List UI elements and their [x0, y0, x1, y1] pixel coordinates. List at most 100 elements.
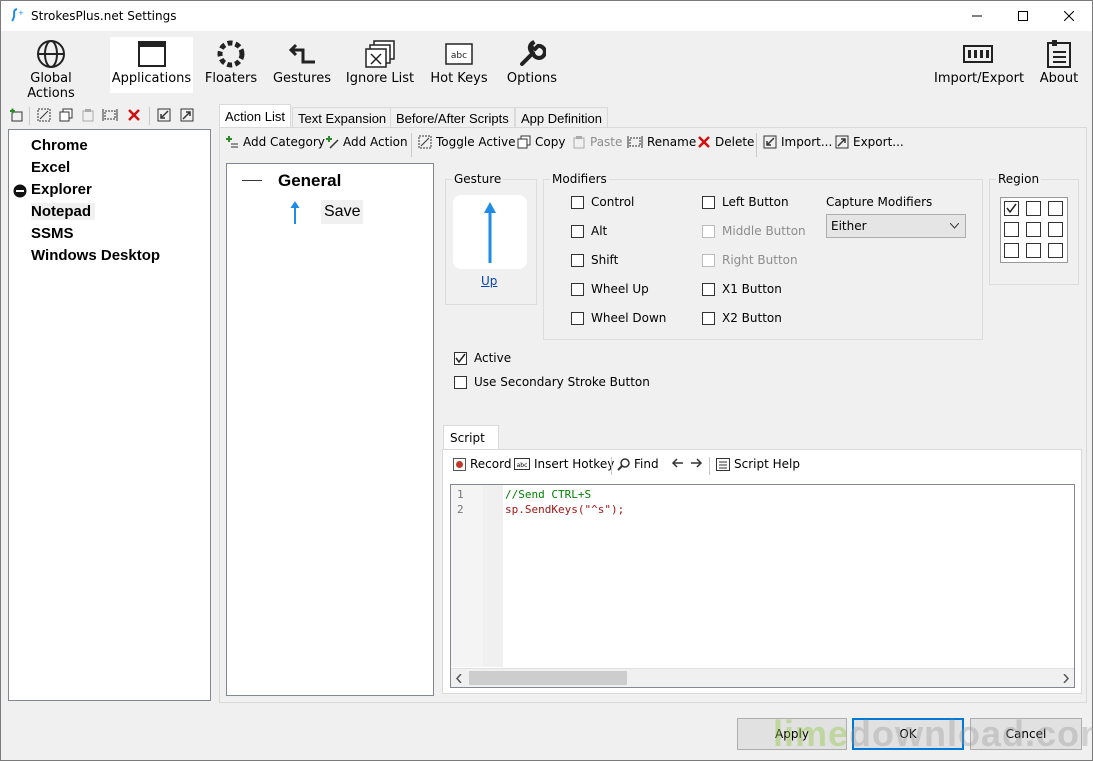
scroll-left-icon[interactable] [456, 674, 462, 683]
add-action-button[interactable]: Add Action [325, 135, 408, 149]
script-editor[interactable]: 1 2 //Send CTRL+S sp.SendKeys("^s"); [450, 484, 1075, 688]
paste-action-button[interactable]: Paste [572, 135, 622, 149]
control-checkbox[interactable]: Control [571, 195, 634, 209]
app-item-excel[interactable]: Excel [31, 159, 70, 176]
wheel-up-checkbox[interactable]: Wheel Up [571, 282, 649, 296]
search-icon [617, 457, 630, 471]
delete-app-button[interactable] [125, 105, 143, 125]
window-title: StrokesPlus.net Settings [31, 9, 177, 23]
rename-app-button[interactable] [101, 105, 119, 125]
delete-label: Delete [715, 135, 755, 149]
region-cell-top-center[interactable] [1026, 201, 1041, 216]
region-cell-top-right[interactable] [1048, 201, 1063, 216]
add-app-button[interactable] [7, 105, 25, 125]
export-app-button[interactable] [178, 105, 196, 125]
forward-button[interactable] [690, 457, 703, 469]
delete-action-button[interactable]: Delete [697, 135, 754, 149]
gesture-arrow-icon [288, 43, 315, 64]
x2-button-checkbox[interactable]: X2 Button [702, 311, 782, 325]
close-button[interactable] [1046, 1, 1092, 31]
app-item-ssms[interactable]: SSMS [31, 225, 74, 242]
tab-text-expansion[interactable]: Text Expansion [292, 107, 393, 129]
ribbon-label: Ignore List [345, 71, 415, 86]
region-cell-middle-right[interactable] [1048, 222, 1063, 237]
ribbon-hot-keys[interactable]: abc Hot Keys [428, 37, 490, 93]
capture-modifiers-select[interactable]: Either [826, 214, 966, 238]
middle-button-checkbox[interactable]: Middle Button [702, 224, 806, 238]
region-cell-top-left[interactable] [1004, 201, 1019, 216]
region-cell-bottom-center[interactable] [1026, 243, 1041, 258]
minimize-button[interactable] [954, 1, 1000, 31]
region-cell-middle-left[interactable] [1004, 222, 1019, 237]
svg-text:abc: abc [517, 462, 528, 469]
paste-icon [573, 136, 585, 149]
settings-window: + StrokesPlus.net Settings Global Action… [0, 0, 1093, 761]
add-category-button[interactable]: Add Category [225, 135, 325, 149]
apply-button[interactable]: Apply [737, 718, 847, 750]
shift-checkbox[interactable]: Shift [571, 253, 618, 267]
active-checkbox[interactable]: Active [454, 351, 511, 365]
paste-app-button[interactable] [79, 105, 97, 125]
maximize-button[interactable] [1000, 1, 1046, 31]
region-group-title: Region [996, 172, 1042, 186]
insert-hotkey-button[interactable]: abc Insert Hotkey [514, 457, 614, 471]
ribbon-applications[interactable]: Applications [110, 37, 193, 93]
tree-category-general[interactable]: General [278, 171, 341, 191]
tree-action-save[interactable]: Save [321, 200, 364, 224]
back-button[interactable] [671, 457, 684, 469]
copy-action-button[interactable]: Copy [517, 135, 565, 149]
copy-app-button[interactable] [57, 105, 75, 125]
ribbon-floaters[interactable]: Floaters [203, 37, 259, 93]
tab-app-definition[interactable]: App Definition [515, 107, 608, 129]
import-app-button[interactable] [155, 105, 173, 125]
rename-action-button[interactable]: Rename [627, 135, 696, 149]
application-list[interactable]: Chrome Excel Explorer Notepad SSMS Windo… [8, 129, 211, 701]
cancel-button[interactable]: Cancel [970, 718, 1082, 750]
tab-script[interactable]: Script [443, 425, 499, 450]
horizontal-scrollbar[interactable] [451, 668, 1074, 687]
alt-checkbox[interactable]: Alt [571, 224, 607, 238]
app-item-explorer[interactable]: Explorer [31, 181, 92, 198]
right-button-checkbox[interactable]: Right Button [702, 253, 798, 267]
floater-ring-icon [217, 40, 245, 68]
toggle-app-button[interactable] [35, 105, 53, 125]
ribbon-options[interactable]: Options [503, 37, 561, 93]
action-tree[interactable]: General Save [226, 163, 434, 696]
import-action-button[interactable]: Import... [763, 135, 832, 149]
ribbon-label: Floaters [204, 71, 258, 86]
copy-label: Copy [535, 135, 566, 149]
x1-button-checkbox[interactable]: X1 Button [702, 282, 782, 296]
script-help-button[interactable]: Script Help [716, 457, 800, 471]
gesture-name-link[interactable]: Up [481, 274, 497, 288]
region-cell-bottom-right[interactable] [1048, 243, 1063, 258]
app-item-notepad[interactable]: Notepad [31, 203, 95, 220]
ribbon-gestures[interactable]: Gestures [271, 37, 333, 93]
app-item-chrome[interactable]: Chrome [31, 137, 88, 154]
ok-button[interactable]: OK [852, 718, 964, 750]
region-cell-bottom-left[interactable] [1004, 243, 1019, 258]
record-button[interactable]: Record [453, 457, 511, 471]
app-item-windows-desktop[interactable]: Windows Desktop [31, 247, 160, 264]
tab-action-list[interactable]: Action List [219, 104, 291, 129]
secondary-stroke-checkbox[interactable]: Use Secondary Stroke Button [454, 375, 650, 389]
ribbon-about[interactable]: About [1035, 37, 1083, 93]
ribbon-label: Gestures [272, 71, 331, 86]
gesture-preview[interactable] [453, 195, 527, 269]
chevron-down-icon [950, 223, 959, 229]
left-button-checkbox[interactable]: Left Button [702, 195, 789, 209]
scrollbar-thumb[interactable] [469, 671, 627, 685]
wheel-down-checkbox[interactable]: Wheel Down [571, 311, 666, 325]
tab-before-after-scripts[interactable]: Before/After Scripts [390, 107, 515, 129]
ribbon-global-actions[interactable]: Global Actions [5, 37, 97, 101]
export-action-button[interactable]: Export... [835, 135, 904, 149]
region-cell-middle-center[interactable] [1026, 222, 1041, 237]
ribbon-import-export[interactable]: Import/Export [934, 37, 1024, 93]
find-button[interactable]: Find [617, 457, 659, 471]
gesture-group-title: Gesture [452, 172, 504, 186]
collapse-line-icon[interactable] [242, 180, 262, 181]
ribbon-ignore-list[interactable]: Ignore List [345, 37, 415, 93]
scroll-right-icon[interactable] [1063, 674, 1069, 683]
toggle-active-button[interactable]: Toggle Active [418, 135, 516, 149]
title-bar: + StrokesPlus.net Settings [1, 1, 1092, 31]
import-icon [157, 108, 171, 122]
